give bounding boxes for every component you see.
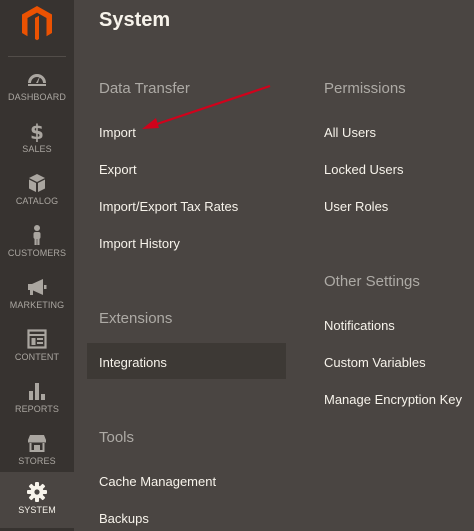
link-backups[interactable]: Backups bbox=[99, 511, 149, 526]
megaphone-icon bbox=[28, 279, 47, 295]
link-custom-variables[interactable]: Custom Variables bbox=[324, 355, 426, 370]
link-export[interactable]: Export bbox=[99, 162, 137, 177]
link-import-export-tax-rates[interactable]: Import/Export Tax Rates bbox=[99, 199, 238, 214]
nav-label: STORES bbox=[18, 456, 56, 466]
svg-text:$: $ bbox=[30, 120, 44, 142]
box-icon bbox=[29, 174, 45, 192]
nav-dashboard[interactable]: DASHBOARD bbox=[0, 62, 74, 114]
nav-catalog[interactable]: CATALOG bbox=[0, 166, 74, 218]
nav-stores[interactable]: STORES bbox=[0, 426, 74, 478]
nav-label: DASHBOARD bbox=[8, 92, 66, 102]
nav-label: REPORTS bbox=[14, 404, 60, 414]
section-title-data-transfer: Data Transfer bbox=[99, 80, 190, 97]
link-user-roles[interactable]: User Roles bbox=[324, 199, 388, 214]
link-import-history[interactable]: Import History bbox=[99, 236, 180, 251]
bar-chart-icon bbox=[29, 383, 45, 400]
nav-customers[interactable]: CUSTOMERS bbox=[0, 218, 74, 270]
link-import[interactable]: Import bbox=[99, 125, 136, 140]
layout-icon bbox=[27, 329, 47, 349]
nav-sales[interactable]: $ SALES bbox=[0, 114, 74, 166]
link-manage-encryption-key[interactable]: Manage Encryption Key bbox=[324, 392, 462, 407]
section-title-other-settings: Other Settings bbox=[324, 273, 420, 290]
section-title-extensions: Extensions bbox=[99, 310, 173, 327]
admin-sidebar: DASHBOARD $ SALES CATALOG CUSTOMERS MARK… bbox=[0, 0, 74, 531]
link-notifications[interactable]: Notifications bbox=[324, 318, 395, 333]
storefront-icon bbox=[28, 435, 46, 452]
dollar-icon: $ bbox=[30, 120, 44, 142]
logo-divider bbox=[8, 56, 66, 57]
dashboard-icon bbox=[28, 74, 46, 86]
nav-reports[interactable]: REPORTS bbox=[0, 374, 74, 426]
page-title: System bbox=[99, 9, 171, 31]
link-locked-users[interactable]: Locked Users bbox=[324, 162, 403, 177]
link-all-users[interactable]: All Users bbox=[324, 125, 376, 140]
nav-system[interactable]: SYSTEM bbox=[0, 472, 74, 528]
nav-label: CONTENT bbox=[14, 352, 60, 362]
link-cache-management[interactable]: Cache Management bbox=[99, 474, 216, 489]
link-integrations[interactable]: Integrations bbox=[99, 355, 167, 370]
nav-content[interactable]: CONTENT bbox=[0, 322, 74, 374]
nav-label: SYSTEM bbox=[18, 505, 56, 515]
person-icon bbox=[33, 225, 41, 245]
nav-label: CUSTOMERS bbox=[7, 248, 67, 258]
magento-logo[interactable] bbox=[18, 4, 56, 42]
nav-marketing[interactable]: MARKETING bbox=[0, 270, 74, 322]
nav-label: CATALOG bbox=[15, 196, 59, 206]
section-title-permissions: Permissions bbox=[324, 80, 406, 97]
nav-label: MARKETING bbox=[9, 300, 65, 310]
gear-icon bbox=[27, 482, 47, 502]
section-title-tools: Tools bbox=[99, 429, 135, 446]
nav-label: SALES bbox=[22, 144, 52, 154]
